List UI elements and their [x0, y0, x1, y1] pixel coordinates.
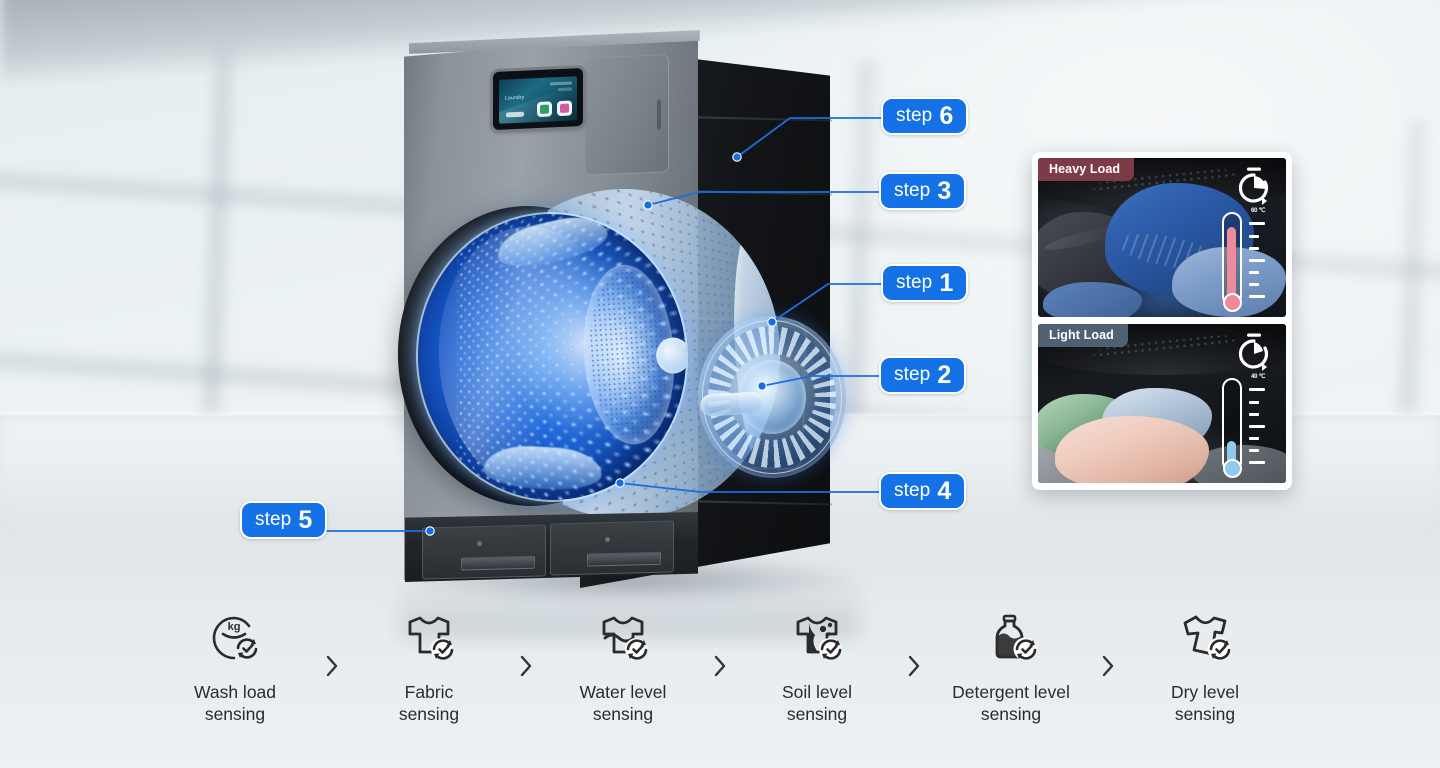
drawer-handle[interactable] [587, 551, 661, 567]
washer-detergent-drawer-left[interactable] [422, 524, 546, 580]
sensing-step-dry-level: Dry level sensing [1130, 612, 1280, 726]
drawer-indicator-dot [477, 541, 482, 547]
sensing-step-wash-load: kg Wash load sensing [160, 612, 310, 726]
laundry-item-denim-lower [1042, 282, 1143, 317]
drawer-handle[interactable] [461, 555, 535, 571]
drawer-indicator-dot [605, 537, 610, 543]
light-load-thermometer-icon: 40 ℃ [1222, 374, 1276, 478]
step-badge-3[interactable]: step 3 [879, 172, 967, 210]
step-badge-5[interactable]: step 5 [240, 501, 328, 539]
display-screen: Laundry [499, 76, 577, 124]
chevron-right-icon [520, 655, 532, 677]
light-load-dial-icon [1238, 333, 1269, 371]
load-comparison-panel: Heavy Load 60 ℃ Light Load 40 ℃ [1032, 152, 1292, 490]
thermometer-scale: 40 ℃ [1247, 374, 1275, 474]
chevron-right-icon [326, 655, 338, 677]
sensing-step-water-level: Water level sensing [548, 612, 698, 726]
sensing-step-fabric: Fabric sensing [354, 612, 504, 726]
step-badge-4[interactable]: step 4 [879, 472, 967, 510]
step-separator [892, 612, 936, 678]
chevron-right-icon [908, 655, 920, 677]
step-badge-word: step [894, 363, 931, 385]
step-separator [698, 612, 742, 678]
washing-machine: Laundry [380, 28, 860, 588]
thermometer-tube [1222, 212, 1242, 306]
load-card-light: Light Load 40 ℃ [1038, 324, 1286, 483]
thermometer-temperature-label: 60 ℃ [1251, 208, 1266, 214]
step-badge-word: step [894, 479, 931, 501]
thermometer-tube [1222, 378, 1242, 472]
water-level-sensing-icon [602, 616, 648, 660]
detergent-level-sensing-icon [995, 614, 1037, 661]
laundry-item-pink-garment [1055, 416, 1210, 483]
washer-upper-hatch [585, 54, 669, 176]
sensing-step-label: Wash load sensing [193, 682, 277, 725]
sensing-step-label: Detergent level sensing [952, 682, 1070, 725]
step-badge-1[interactable]: step 1 [881, 264, 969, 302]
step-separator [504, 612, 548, 678]
heavy-load-thermometer-icon: 60 ℃ [1222, 208, 1276, 312]
thermometer-bulb [1222, 459, 1242, 478]
chevron-right-icon [714, 655, 726, 677]
step-badge-6[interactable]: step 6 [881, 97, 969, 135]
chevron-right-icon [1102, 655, 1114, 677]
sensing-steps-row: kg Wash load sensing Fabric sensing Wate… [0, 612, 1440, 768]
display-title: Laundry [505, 94, 525, 102]
thermometer-scale: 60 ℃ [1247, 208, 1275, 308]
scene-background: Laundry step 6 step 3 step 1 step 2 step… [0, 0, 1440, 768]
sensing-step-soil-level: Soil level sensing [742, 612, 892, 726]
load-card-heavy: Heavy Load 60 ℃ [1038, 158, 1286, 317]
display-status-bar [550, 81, 572, 86]
thermometer-temperature-label: 40 ℃ [1251, 374, 1266, 380]
rotor-drive-shaft [699, 390, 765, 417]
sensing-step-label: Fabric sensing [398, 682, 460, 725]
step-badge-word: step [896, 104, 933, 126]
sensing-step-label: Dry level sensing [1170, 682, 1240, 725]
step-badge-word: step [896, 271, 933, 293]
heavy-load-badge: Heavy Load [1038, 158, 1135, 181]
step-badge-number: 3 [937, 177, 952, 205]
heavy-load-dial-icon [1238, 167, 1269, 205]
light-load-badge: Light Load [1038, 324, 1128, 347]
thermometer-fill [1227, 226, 1237, 301]
washer-detergent-drawer-right[interactable] [550, 520, 674, 576]
step-badge-number: 4 [937, 477, 952, 505]
thermometer-bulb [1222, 293, 1242, 312]
step-badge-2[interactable]: step 2 [879, 356, 967, 394]
svg-text:kg: kg [228, 621, 241, 633]
step-badge-number: 1 [939, 269, 954, 297]
wash-load-sensing-icon: kg [212, 616, 258, 660]
washer-motor-rotor [693, 312, 851, 482]
step-badge-word: step [894, 179, 931, 201]
display-cycle-tile-2[interactable] [557, 100, 572, 117]
fabric-sensing-icon [408, 616, 454, 660]
sensing-step-label: Water level sensing [579, 682, 667, 725]
display-cycle-tile-1[interactable] [537, 101, 552, 118]
step-separator [1086, 612, 1130, 678]
step-badge-number: 5 [298, 506, 313, 534]
sensing-step-label: Soil level sensing [781, 682, 853, 725]
display-start-button[interactable] [506, 111, 524, 118]
soil-level-sensing-icon [796, 616, 842, 660]
step-badge-word: step [255, 508, 292, 530]
step-badge-number: 2 [937, 361, 952, 389]
dry-level-sensing-icon [1183, 615, 1231, 661]
washer-control-display[interactable]: Laundry [493, 67, 583, 131]
step-badge-number: 6 [939, 102, 954, 130]
sensing-step-detergent-level: Detergent level sensing [936, 612, 1086, 726]
display-status-bar-secondary [558, 87, 572, 92]
step-separator [310, 612, 354, 678]
